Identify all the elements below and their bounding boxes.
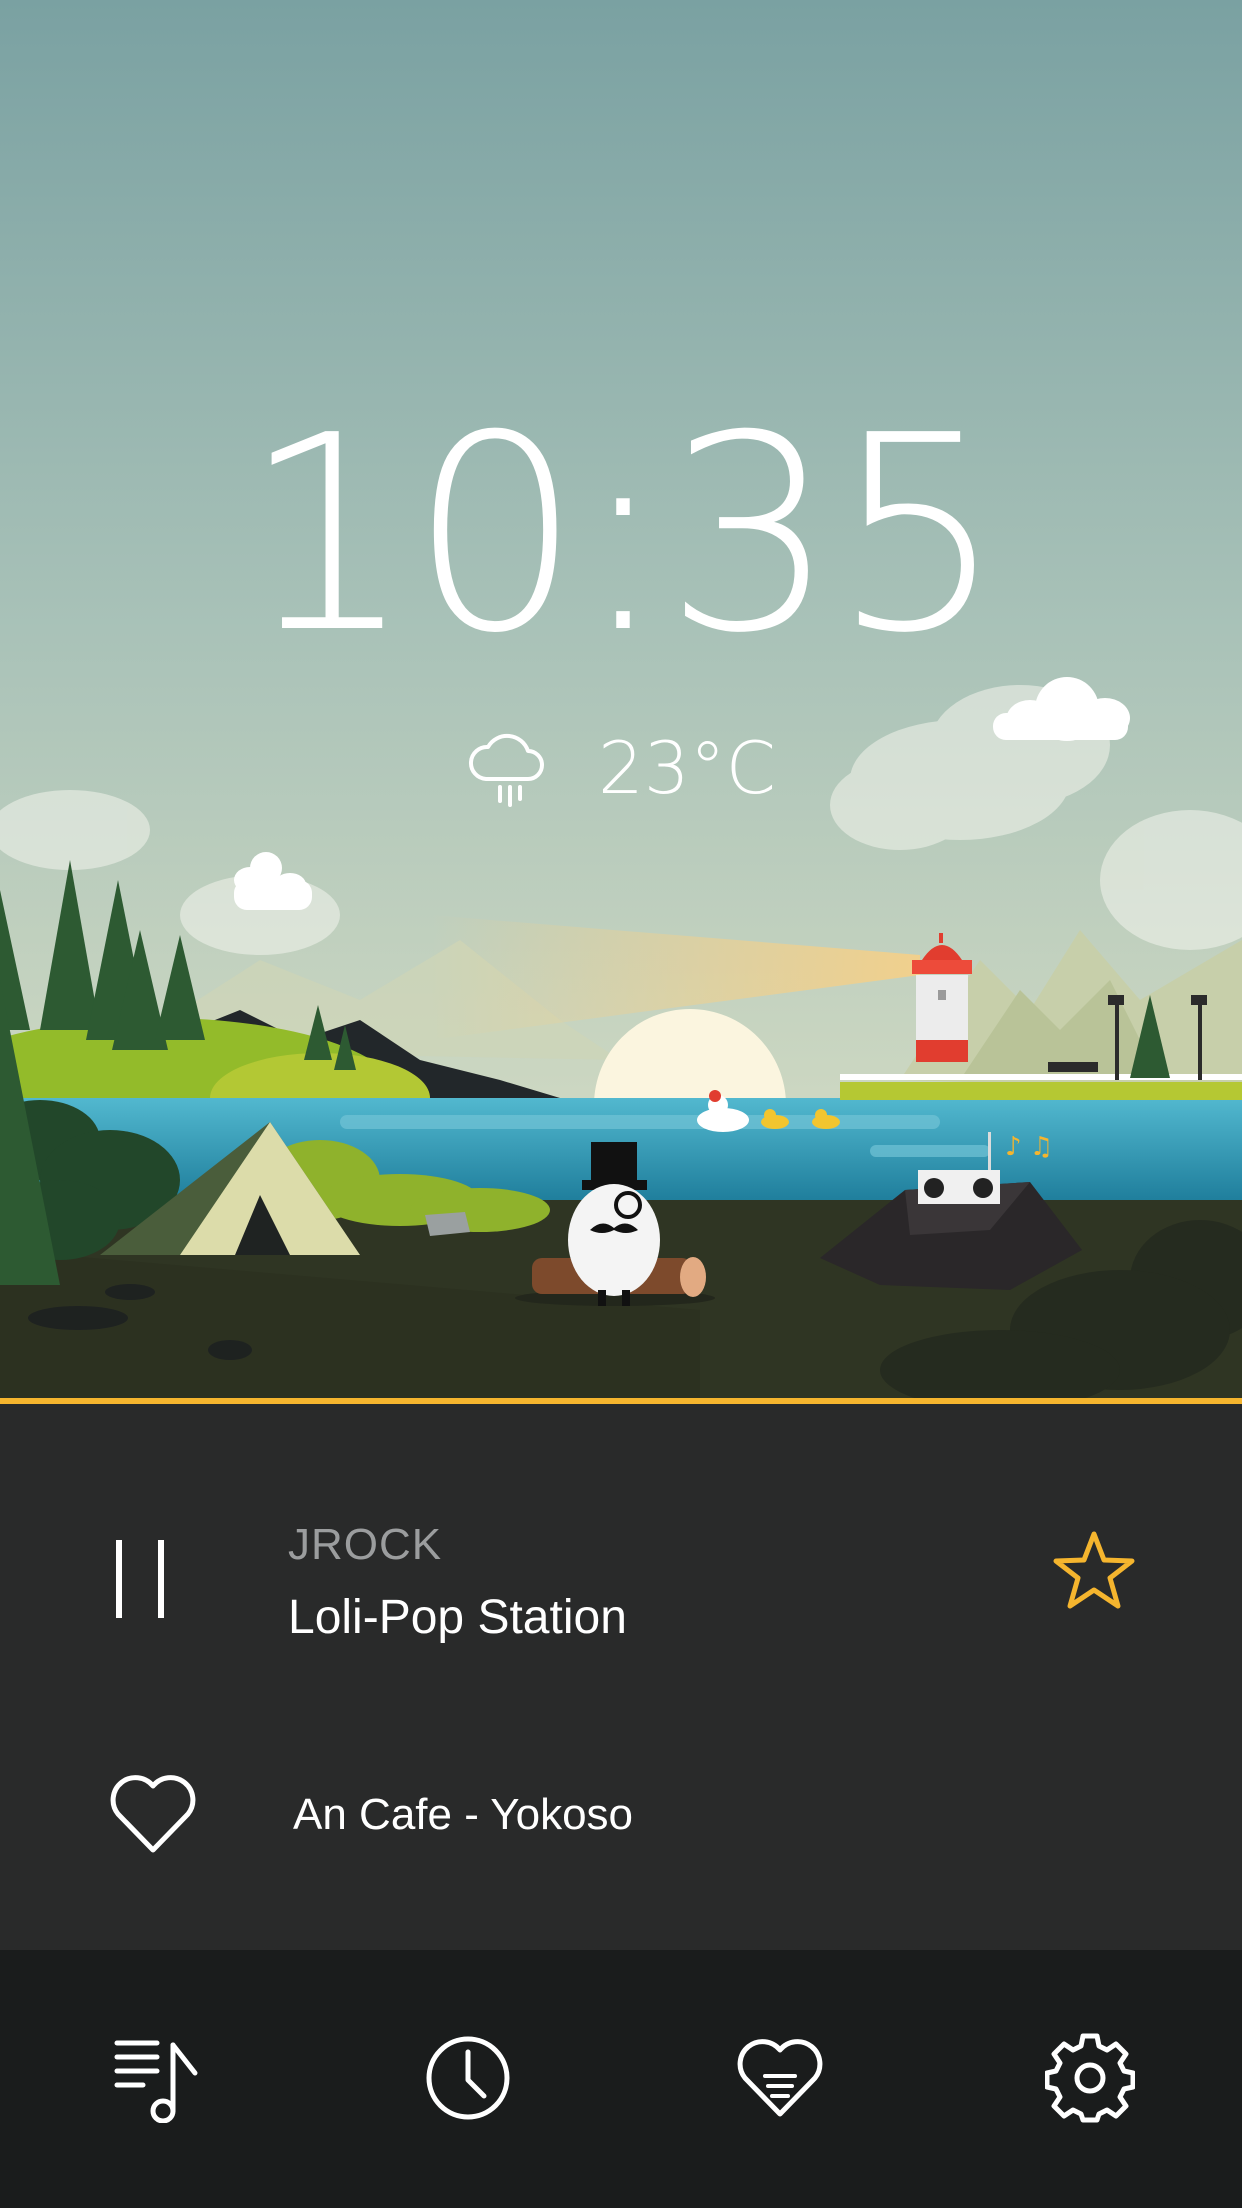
clock-time: 10:35 [241, 377, 1004, 692]
nav-settings-button[interactable] [1042, 2030, 1138, 2126]
like-song-heart-icon[interactable] [108, 1772, 198, 1856]
pause-bar-left [116, 1540, 122, 1618]
temperature-label: 23°C [598, 726, 776, 810]
station-title[interactable]: Loli-Pop Station [288, 1590, 627, 1645]
music-list-icon [111, 2033, 201, 2123]
svg-text:♪ ♫: ♪ ♫ [1005, 1132, 1053, 1162]
weather-widget: 23°C [0, 720, 1242, 816]
landscape-illustration: ♪ ♫ [0, 0, 1242, 1400]
genre-label: JROCK [288, 1520, 443, 1569]
heart-list-icon [735, 2036, 825, 2120]
gear-icon [1045, 2033, 1135, 2123]
current-song-title: An Cafe - Yokoso [293, 1790, 634, 1839]
rain-cloud-icon [466, 729, 548, 807]
nav-favorites-button[interactable] [732, 2030, 828, 2126]
pause-bar-right [158, 1540, 164, 1618]
player-panel [0, 1404, 1242, 1950]
clock-icon [424, 2034, 512, 2122]
alarm-clock-screen: ♪ ♫ 10:35 23°C JROCK Loli-Pop Station An… [0, 0, 1242, 2208]
favorite-station-star-icon[interactable] [1052, 1528, 1136, 1612]
nav-music-list-button[interactable] [108, 2030, 204, 2126]
pause-button[interactable] [116, 1540, 164, 1618]
nav-alarm-clock-button[interactable] [420, 2030, 516, 2126]
